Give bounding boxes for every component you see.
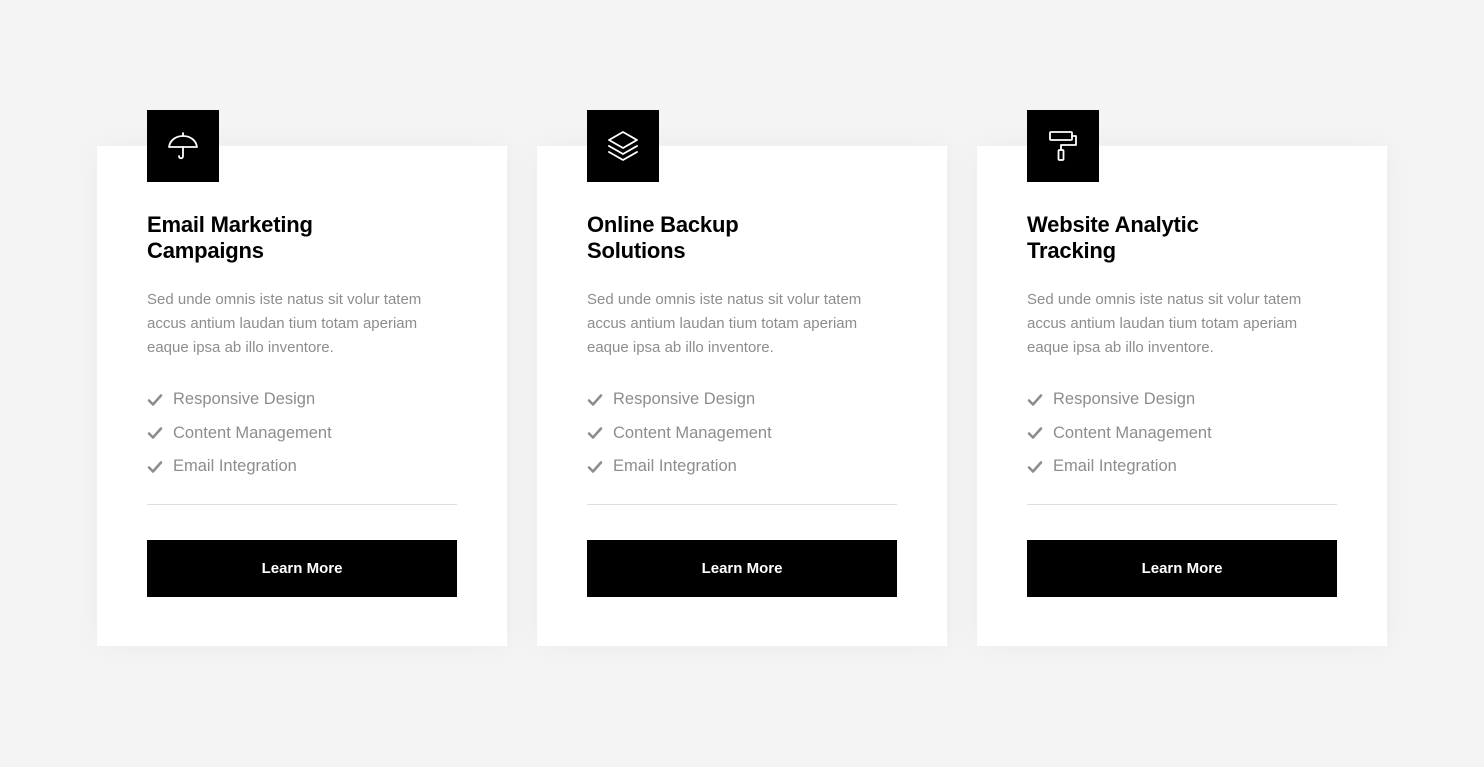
feature-label: Responsive Design: [613, 390, 756, 409]
icon-box: [1027, 110, 1099, 182]
card-title-line-2: Tracking: [1027, 238, 1116, 263]
check-icon: [147, 393, 163, 406]
feature-label: Content Management: [1053, 423, 1212, 442]
card-title-line-1: Website Analytic: [1027, 212, 1199, 237]
feature-item: Responsive Design: [147, 383, 332, 417]
feature-label: Content Management: [613, 423, 772, 442]
check-icon: [1027, 393, 1043, 406]
card-title: Online Backup Solutions: [587, 212, 847, 264]
feature-list: Responsive Design Content Management Ema…: [147, 383, 332, 484]
check-icon: [147, 460, 163, 473]
feature-item: Responsive Design: [587, 383, 772, 417]
feature-label: Content Management: [173, 423, 332, 442]
card-title: Website Analytic Tracking: [1027, 212, 1287, 264]
service-card-email-marketing: Email Marketing Campaigns Sed unde omnis…: [97, 110, 507, 646]
card-title-line-1: Online Backup: [587, 212, 739, 237]
card-description: Sed unde omnis iste natus sit volur tate…: [1027, 291, 1302, 356]
check-icon: [147, 427, 163, 440]
feature-item: Content Management: [587, 417, 772, 451]
card-description: Sed unde omnis iste natus sit volur tate…: [587, 291, 862, 356]
divider: [587, 504, 897, 505]
service-card-online-backup: Online Backup Solutions Sed unde omnis i…: [537, 110, 947, 646]
check-icon: [1027, 460, 1043, 473]
feature-item: Content Management: [1027, 417, 1212, 451]
card-title: Email Marketing Campaigns: [147, 212, 407, 264]
service-card-website-analytic: Website Analytic Tracking Sed unde omnis…: [977, 110, 1387, 646]
feature-item: Email Integration: [1027, 450, 1212, 484]
check-icon: [587, 460, 603, 473]
learn-more-button[interactable]: Learn More: [147, 540, 457, 597]
check-icon: [1027, 427, 1043, 440]
check-icon: [587, 427, 603, 440]
feature-label: Email Integration: [1053, 457, 1177, 476]
card-title-line-2: Solutions: [587, 238, 686, 263]
card-description: Sed unde omnis iste natus sit volur tate…: [147, 291, 422, 356]
paint-roller-icon: [1049, 131, 1077, 161]
learn-more-button[interactable]: Learn More: [587, 540, 897, 597]
feature-item: Responsive Design: [1027, 383, 1212, 417]
feature-label: Email Integration: [173, 457, 297, 476]
feature-list: Responsive Design Content Management Ema…: [1027, 383, 1212, 484]
divider: [1027, 504, 1337, 505]
feature-label: Email Integration: [613, 457, 737, 476]
feature-list: Responsive Design Content Management Ema…: [587, 383, 772, 484]
feature-item: Email Integration: [587, 450, 772, 484]
card-title-line-2: Campaigns: [147, 238, 264, 263]
card-title-line-1: Email Marketing: [147, 212, 313, 237]
icon-box: [587, 110, 659, 182]
layers-icon: [608, 131, 638, 161]
feature-label: Responsive Design: [173, 390, 316, 409]
divider: [147, 504, 457, 505]
feature-label: Responsive Design: [1053, 390, 1196, 409]
feature-item: Email Integration: [147, 450, 332, 484]
umbrella-icon: [168, 132, 198, 160]
feature-item: Content Management: [147, 417, 332, 451]
icon-box: [147, 110, 219, 182]
check-icon: [587, 393, 603, 406]
learn-more-button[interactable]: Learn More: [1027, 540, 1337, 597]
